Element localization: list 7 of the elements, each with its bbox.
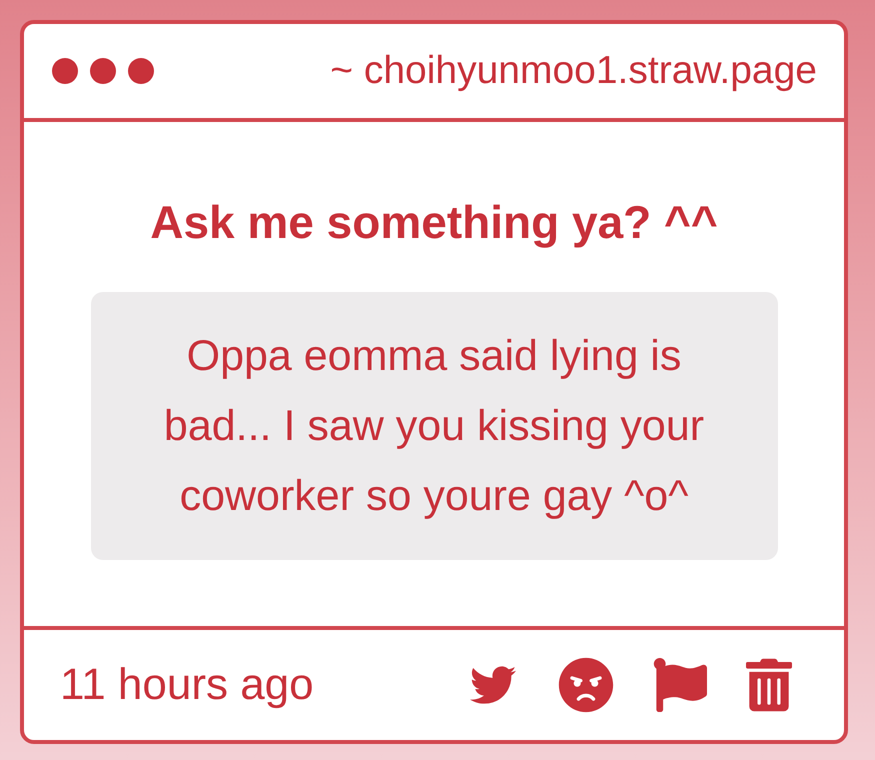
message-text: Oppa eomma said lying is bad... I saw you kissing your coworker so youre gay ^o^ bbox=[162, 331, 706, 522]
trash-icon[interactable] bbox=[746, 658, 792, 712]
time-ago: 11 hours ago bbox=[60, 659, 314, 711]
flag-icon[interactable] bbox=[652, 658, 708, 712]
angry-face-icon[interactable] bbox=[558, 657, 614, 713]
question-prompt: Ask me something ya? ^^ bbox=[150, 195, 718, 249]
page-address: ~ choihyunmoo1.straw.page bbox=[330, 48, 817, 94]
